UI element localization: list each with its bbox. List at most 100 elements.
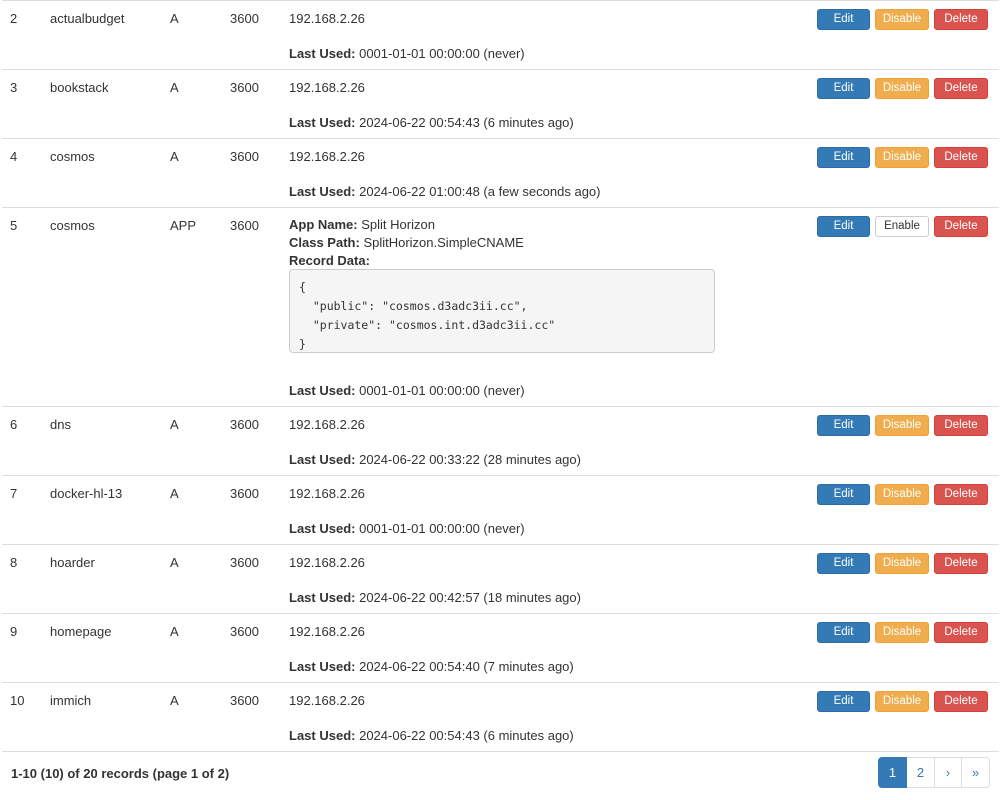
disable-button[interactable]: Disable: [875, 147, 929, 168]
records-table: 2 actualbudget A 3600 192.168.2.26 Last …: [2, 0, 999, 752]
last-page-link[interactable]: »: [961, 757, 990, 788]
delete-button[interactable]: Delete: [934, 147, 988, 168]
edit-button[interactable]: Edit: [817, 691, 870, 712]
edit-button[interactable]: Edit: [817, 216, 870, 237]
disable-button[interactable]: Disable: [875, 484, 929, 505]
last-used: Last Used: 2024-06-22 00:42:57 (18 minut…: [289, 590, 581, 605]
delete-button[interactable]: Delete: [934, 553, 988, 574]
record-data: 192.168.2.26: [289, 11, 365, 26]
record-ttl: 3600: [230, 11, 259, 26]
app-record-info: App Name: Split Horizon Class Path: Spli…: [289, 216, 524, 270]
disable-button[interactable]: Disable: [875, 691, 929, 712]
edit-button[interactable]: Edit: [817, 484, 870, 505]
delete-button[interactable]: Delete: [934, 484, 988, 505]
delete-button[interactable]: Delete: [934, 216, 988, 237]
last-used-label: Last Used:: [289, 728, 356, 743]
last-used-label: Last Used:: [289, 521, 356, 536]
table-row: 9 homepage A 3600 192.168.2.26 Last Used…: [2, 614, 999, 683]
edit-button[interactable]: Edit: [817, 147, 870, 168]
last-used: Last Used: 0001-01-01 00:00:00 (never): [289, 383, 525, 398]
record-data: 192.168.2.26: [289, 624, 365, 639]
last-used-label: Last Used:: [289, 383, 356, 398]
record-type: APP: [170, 218, 197, 233]
edit-button[interactable]: Edit: [817, 622, 870, 643]
delete-button[interactable]: Delete: [934, 691, 988, 712]
row-number: 4: [10, 149, 18, 164]
pagination: 1 2 › »: [878, 757, 990, 788]
disable-button[interactable]: Disable: [875, 553, 929, 574]
record-name: immich: [50, 693, 92, 708]
record-data: 192.168.2.26: [289, 486, 365, 501]
row-number: 2: [10, 11, 18, 26]
class-path-value: SplitHorizon.SimpleCNAME: [363, 235, 524, 250]
last-used-label: Last Used:: [289, 184, 356, 199]
record-name: docker-hl-13: [50, 486, 123, 501]
record-data-json: { "public": "cosmos.d3adc3ii.cc", "priva…: [289, 269, 715, 353]
table-row: 8 hoarder A 3600 192.168.2.26 Last Used:…: [2, 545, 999, 614]
row-actions: Edit Disable Delete: [817, 622, 988, 643]
edit-button[interactable]: Edit: [817, 415, 870, 436]
record-ttl: 3600: [230, 693, 259, 708]
edit-button[interactable]: Edit: [817, 553, 870, 574]
disable-button[interactable]: Disable: [875, 622, 929, 643]
last-used: Last Used: 2024-06-22 00:54:43 (6 minute…: [289, 728, 574, 743]
table-row: 2 actualbudget A 3600 192.168.2.26 Last …: [2, 1, 999, 70]
last-used-value: 0001-01-01 00:00:00 (never): [359, 383, 525, 398]
delete-button[interactable]: Delete: [934, 622, 988, 643]
last-used-value: 2024-06-22 00:54:40 (7 minutes ago): [359, 659, 574, 674]
last-used: Last Used: 2024-06-22 00:33:22 (28 minut…: [289, 452, 581, 467]
record-ttl: 3600: [230, 149, 259, 164]
disable-button[interactable]: Disable: [875, 78, 929, 99]
table-row: 6 dns A 3600 192.168.2.26 Last Used: 202…: [2, 407, 999, 476]
disable-button[interactable]: Disable: [875, 415, 929, 436]
row-actions: Edit Disable Delete: [817, 484, 988, 505]
app-name-line: App Name: Split Horizon: [289, 216, 524, 234]
last-used: Last Used: 2024-06-22 00:54:43 (6 minute…: [289, 115, 574, 130]
row-number: 10: [10, 693, 25, 708]
record-ttl: 3600: [230, 218, 259, 233]
record-name: dns: [50, 417, 71, 432]
row-number: 6: [10, 417, 18, 432]
row-actions: Edit Disable Delete: [817, 415, 988, 436]
row-actions: Edit Disable Delete: [817, 9, 988, 30]
next-page-link[interactable]: ›: [934, 757, 962, 788]
last-used-value: 2024-06-22 00:42:57 (18 minutes ago): [359, 590, 581, 605]
record-type: A: [170, 149, 179, 164]
last-used: Last Used: 0001-01-01 00:00:00 (never): [289, 46, 525, 61]
last-used-label: Last Used:: [289, 590, 356, 605]
row-number: 5: [10, 218, 18, 233]
row-number: 7: [10, 486, 18, 501]
record-data-line: Record Data:: [289, 252, 524, 270]
record-type: A: [170, 11, 179, 26]
edit-button[interactable]: Edit: [817, 78, 870, 99]
edit-button[interactable]: Edit: [817, 9, 870, 30]
last-used-label: Last Used:: [289, 452, 356, 467]
row-number: 3: [10, 80, 18, 95]
last-used-value: 2024-06-22 00:54:43 (6 minutes ago): [359, 728, 574, 743]
last-used: Last Used: 0001-01-01 00:00:00 (never): [289, 521, 525, 536]
enable-button[interactable]: Enable: [875, 216, 929, 237]
last-used-label: Last Used:: [289, 659, 356, 674]
delete-button[interactable]: Delete: [934, 9, 988, 30]
last-used-value: 0001-01-01 00:00:00 (never): [359, 521, 525, 536]
delete-button[interactable]: Delete: [934, 415, 988, 436]
table-row: 4 cosmos A 3600 192.168.2.26 Last Used: …: [2, 139, 999, 208]
records-summary: 1-10 (10) of 20 records (page 1 of 2): [11, 766, 230, 781]
record-data: 192.168.2.26: [289, 555, 365, 570]
disable-button[interactable]: Disable: [875, 9, 929, 30]
record-ttl: 3600: [230, 486, 259, 501]
page-2-link[interactable]: 2: [906, 757, 935, 788]
app-name-label: App Name:: [289, 217, 358, 232]
delete-button[interactable]: Delete: [934, 78, 988, 99]
record-data: 192.168.2.26: [289, 693, 365, 708]
row-actions: Edit Disable Delete: [817, 691, 988, 712]
record-name: cosmos: [50, 149, 95, 164]
class-path-label: Class Path:: [289, 235, 360, 250]
record-type: A: [170, 555, 179, 570]
page-1-link[interactable]: 1: [878, 757, 907, 788]
app-name-value: Split Horizon: [361, 217, 435, 232]
record-type: A: [170, 624, 179, 639]
row-actions: Edit Disable Delete: [817, 147, 988, 168]
last-used-label: Last Used:: [289, 115, 356, 130]
record-name: homepage: [50, 624, 112, 639]
